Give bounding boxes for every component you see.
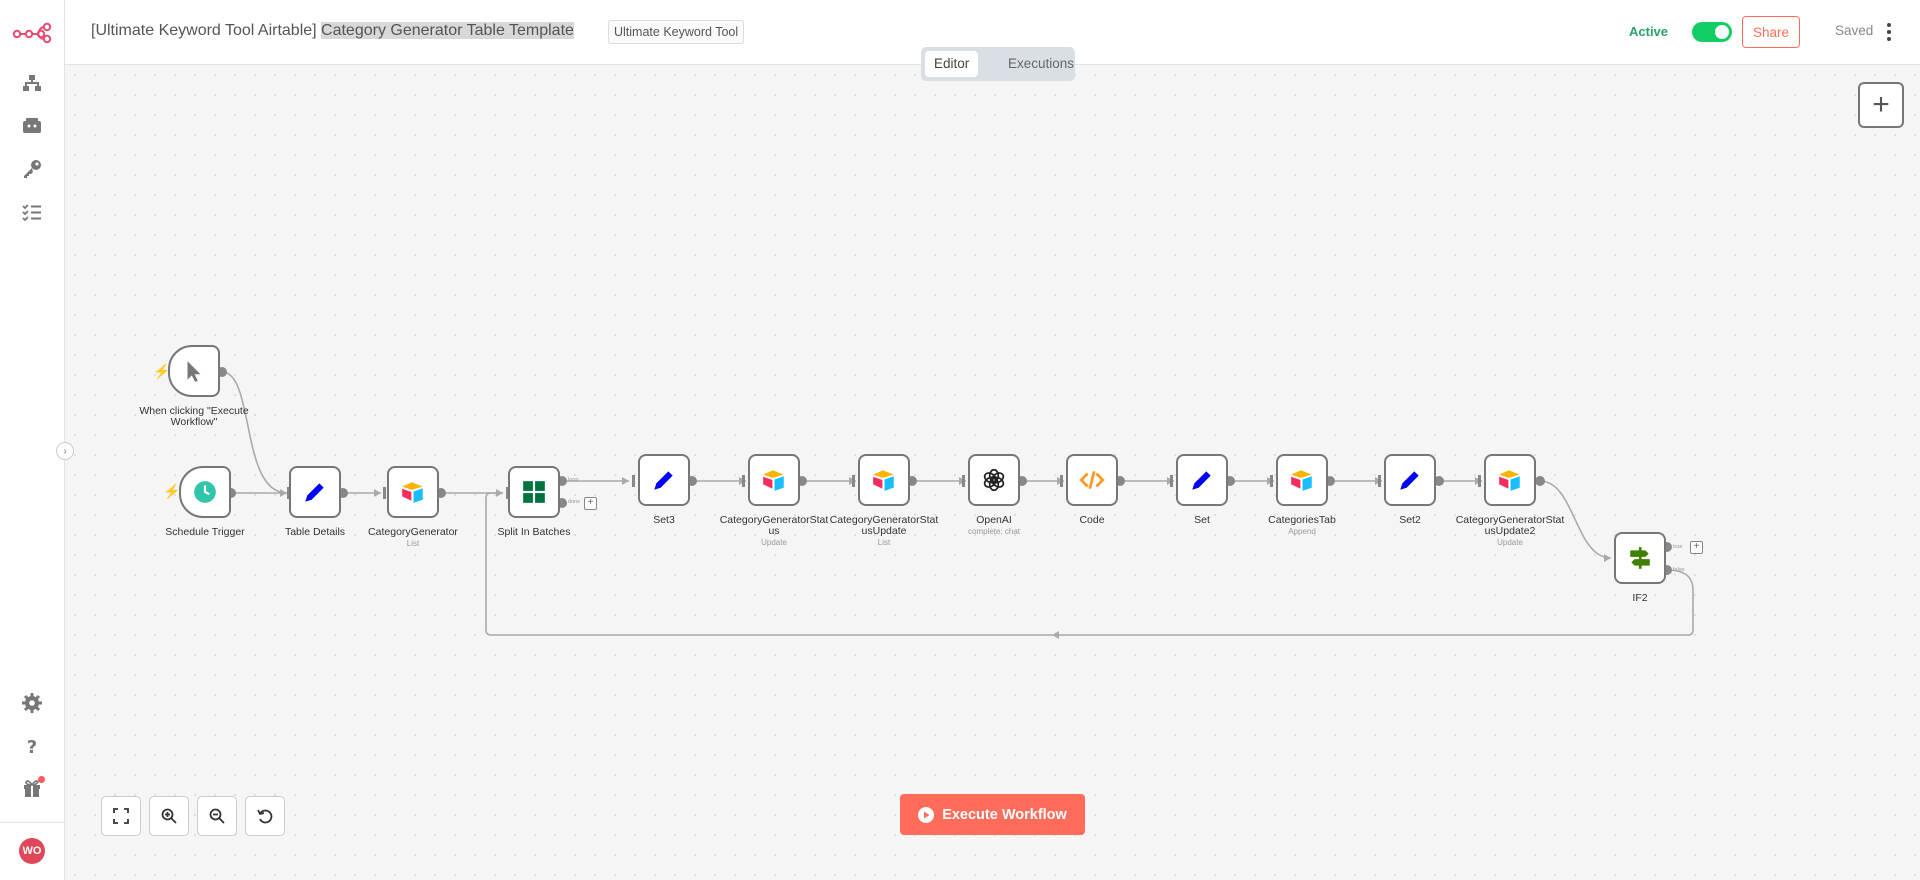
node-label: Table Details [284,526,346,538]
node-sublabel: Update [1497,538,1523,547]
grid-icon [523,481,545,503]
node-categories-tab[interactable] [1276,454,1328,506]
node-cg-status-update2[interactable] [1484,454,1536,506]
left-sidebar: ? WO [0,0,65,880]
workflow-title-prefix: [Ultimate Keyword Tool Airtable] [91,22,322,39]
cursor-icon [187,361,201,382]
user-avatar[interactable]: WO [19,838,45,864]
code-icon [1079,471,1105,489]
active-label: Active [1629,24,1669,39]
openai-icon [983,468,1005,492]
workflow-canvas[interactable]: ⚡ When clicking "Execute Workflow" ⚡ Sch… [65,65,1920,880]
zoom-in-button[interactable] [149,796,189,836]
play-icon [918,806,935,823]
node-cg-status-update[interactable] [858,454,910,506]
airtable-icon [1499,470,1520,491]
node-label: CategoryGeneratorStat us [719,514,829,537]
executions-icon[interactable] [20,200,44,224]
workflow-title-highlight: Category Generator Table Template [321,22,574,39]
workflow-title[interactable]: [Ultimate Keyword Tool Airtable] Categor… [91,22,574,40]
node-label: Set3 [653,514,675,526]
node-manual-trigger[interactable] [168,345,220,397]
node-sublabel: List [877,538,891,547]
port-label-true: true [1673,544,1683,550]
add-node-button[interactable]: + [1858,82,1904,128]
tab-executions[interactable]: Executions [999,51,1083,77]
port-label-false: false [1673,567,1685,573]
node-label: IF2 [1632,592,1648,604]
node-split-in-batches[interactable] [508,466,560,518]
zoom-in-icon [161,808,177,824]
airtable-icon [763,470,784,491]
zoom-out-button[interactable] [197,796,237,836]
clock-icon [194,481,216,503]
pen-icon [1192,471,1211,490]
help-icon[interactable]: ? [20,734,44,758]
port-label-loop: loop [568,477,579,483]
node-label: Split In Batches [497,526,571,538]
node-sublabel: Update [761,538,787,547]
node-cg-status[interactable] [748,454,800,506]
node-schedule-trigger[interactable] [179,466,231,518]
airtable-icon [873,470,894,491]
settings-icon[interactable] [20,691,44,715]
active-toggle[interactable] [1692,22,1732,42]
airtable-icon [402,482,423,503]
node-label: CategoryGenerator [368,526,458,538]
node-set3[interactable] [638,454,690,506]
node-code[interactable] [1066,454,1118,506]
node-set[interactable] [1176,454,1228,506]
execute-workflow-button[interactable]: Execute Workflow [900,794,1085,835]
fullscreen-icon [113,808,129,824]
tab-editor[interactable]: Editor [925,51,979,77]
airtable-icon [1291,470,1312,491]
n8n-logo[interactable] [12,20,52,44]
node-set2[interactable] [1384,454,1436,506]
svg-text:?: ? [27,737,37,758]
node-openai[interactable] [968,454,1020,506]
notification-dot [38,776,45,783]
sidebar-divider [0,822,64,823]
pen-icon [654,471,673,490]
node-label: When clicking "Execute Workflow" [139,405,249,428]
node-label: Set [1194,514,1210,526]
node-table-details[interactable] [289,466,341,518]
fit-view-button[interactable] [101,796,141,836]
saved-status: Saved [1835,23,1874,38]
node-category-generator[interactable] [387,466,439,518]
reset-zoom-button[interactable] [245,796,285,836]
add-node-plus-icon[interactable]: + [1690,541,1703,554]
templates-icon[interactable] [20,114,44,138]
node-sublabel: Append [1288,527,1316,536]
node-if2[interactable] [1614,532,1666,584]
port-label-done: done [568,499,581,505]
node-label: Schedule Trigger [165,526,245,538]
trigger-bolt-icon: ⚡ [163,483,181,499]
node-label: Set2 [1399,514,1421,526]
share-button[interactable]: Share [1742,16,1800,48]
add-node-plus-icon[interactable]: + [584,497,597,510]
node-sublabel: complete: chat [967,527,1021,536]
execute-workflow-label: Execute Workflow [942,806,1067,823]
node-label: CategoryGeneratorStat usUpdate [829,514,939,537]
node-sublabel: List [406,539,420,548]
pen-icon [305,483,324,502]
expand-sidebar-button[interactable]: › [56,442,74,460]
node-label: CategoryGeneratorStat usUpdate2 [1455,514,1565,537]
pen-icon [1400,471,1419,490]
workflows-icon[interactable] [20,71,44,95]
signpost-icon [1630,547,1650,569]
zoom-out-icon [209,808,225,824]
workflow-tag[interactable]: Ultimate Keyword Tool [608,20,745,44]
undo-icon [257,809,273,824]
edge-manual-to-table [221,371,288,494]
more-options-icon[interactable] [1877,20,1901,44]
node-label: CategoriesTab [1268,514,1336,526]
view-tabs: Editor Executions [921,47,1075,81]
credentials-icon[interactable] [20,157,44,181]
node-label: OpenAI [976,514,1012,526]
node-label: Code [1079,514,1105,526]
